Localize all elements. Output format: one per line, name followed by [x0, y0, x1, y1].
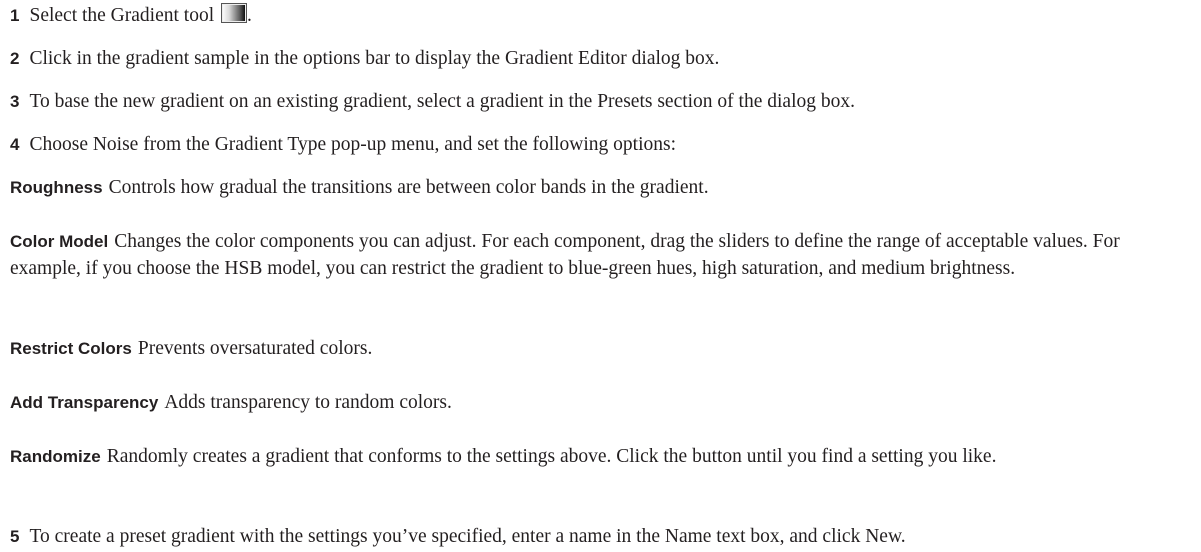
option-term: Restrict Colors [10, 339, 132, 358]
option-randomize: Randomize Randomly creates a gradient tha… [10, 443, 1195, 470]
step-number: 5 [10, 527, 20, 546]
step-text: To create a preset gradient with the set… [29, 526, 906, 547]
step-text: Select the Gradient tool [29, 5, 215, 26]
option-description: Changes the color components you can adj… [10, 231, 1120, 279]
option-term: Roughness [10, 178, 103, 197]
step-text-end: . [247, 5, 252, 26]
document-page: 1 Select the Gradient tool . 2 Click in th… [0, 0, 1201, 552]
step-1: 1 Select the Gradient tool . [10, 2, 1195, 29]
step-number: 3 [10, 92, 20, 111]
step-5: 5 To create a preset gradient with the se… [10, 523, 1195, 550]
option-term: Randomize [10, 447, 101, 466]
option-add-transparency: Add Transparency Adds transparency to ran… [10, 389, 1195, 416]
option-term: Color Model [10, 232, 109, 251]
step-number: 2 [10, 49, 20, 68]
step-text: To base the new gradient on an existing … [29, 91, 855, 112]
option-color-model: Color Model Changes the color components … [10, 228, 1195, 282]
option-restrict-colors: Restrict Colors Prevents oversaturated co… [10, 335, 1195, 362]
option-description: Controls how gradual the transitions are… [108, 177, 709, 198]
step-text: Choose Noise from the Gradient Type pop-… [29, 134, 677, 155]
option-term: Add Transparency [10, 393, 159, 412]
step-2: 2 Click in the gradient sample in the opt… [10, 45, 1195, 72]
step-4: 4 Choose Noise from the Gradient Type pop… [10, 131, 1195, 158]
step-3: 3 To base the new gradient on an existing… [10, 88, 1195, 115]
step-number: 1 [10, 6, 20, 25]
option-description: Prevents oversaturated colors. [137, 338, 373, 359]
step-text: Click in the gradient sample in the opti… [29, 48, 720, 69]
step-number: 4 [10, 135, 20, 154]
option-roughness: Roughness Controls how gradual the transi… [10, 174, 1195, 201]
option-description: Randomly creates a gradient that conform… [106, 446, 997, 467]
gradient-tool-icon [221, 3, 247, 23]
option-description: Adds transparency to random colors. [164, 392, 452, 413]
